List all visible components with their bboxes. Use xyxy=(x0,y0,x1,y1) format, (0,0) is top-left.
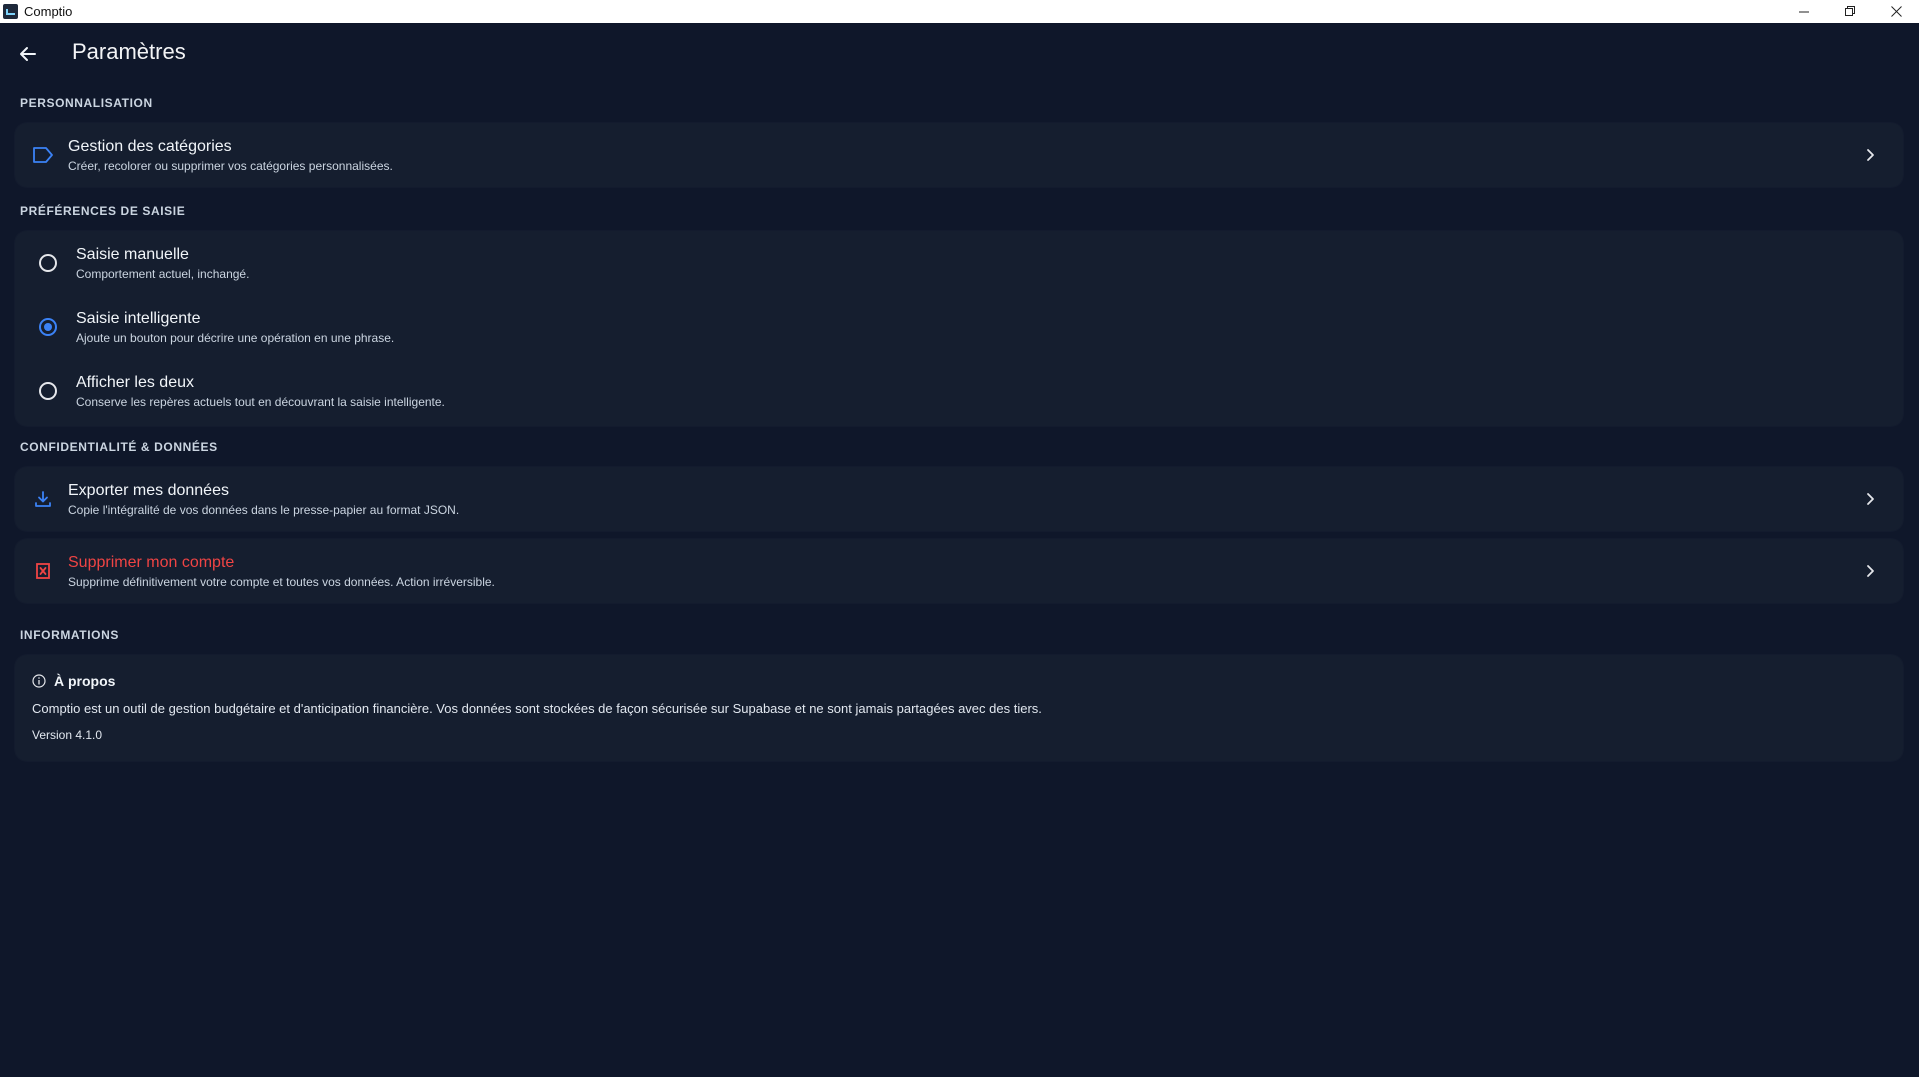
minimize-button[interactable] xyxy=(1781,0,1827,23)
option-title: Saisie intelligente xyxy=(76,310,201,327)
radio-saisie-intelligente[interactable] xyxy=(39,318,57,336)
arrow-left-icon xyxy=(20,47,36,61)
section-label-personnalisation: PERSONNALISATION xyxy=(20,96,153,110)
minimize-icon xyxy=(1798,11,1809,13)
about-header: À propos xyxy=(32,673,115,689)
row-title: Supprimer mon compte xyxy=(68,554,235,571)
delete-account-row[interactable]: Supprimer mon compte Supprime définitive… xyxy=(15,539,1903,603)
row-subtitle: Créer, recolorer ou supprimer vos catégo… xyxy=(68,159,393,173)
row-title: Exporter mes données xyxy=(68,482,229,499)
section-label-preferences-saisie: PRÉFÉRENCES DE SAISIE xyxy=(20,204,186,218)
row-subtitle: Copie l'intégralité de vos données dans … xyxy=(68,503,460,517)
row-subtitle: Supprime définitivement votre compte et … xyxy=(68,575,495,589)
radio-afficher-les-deux[interactable] xyxy=(39,382,57,400)
app-version: Version 4.1.0 xyxy=(32,728,103,742)
window-title: Comptio xyxy=(24,4,73,19)
input-preferences-card: Saisie manuelle Comportement actuel, inc… xyxy=(15,231,1903,426)
row-title: Gestion des catégories xyxy=(68,138,232,155)
tag-icon xyxy=(32,144,54,166)
option-saisie-manuelle[interactable]: Saisie manuelle Comportement actuel, inc… xyxy=(15,231,1903,295)
option-title: Saisie manuelle xyxy=(76,246,189,263)
about-title: À propos xyxy=(54,673,116,689)
option-subtitle: Conserve les repères actuels tout en déc… xyxy=(76,395,445,409)
section-label-confidentialite: CONFIDENTIALITÉ & DONNÉES xyxy=(20,440,218,454)
radio-saisie-manuelle[interactable] xyxy=(39,254,57,272)
back-button[interactable] xyxy=(14,40,42,68)
option-subtitle: Ajoute un bouton pour décrire une opérat… xyxy=(76,331,395,345)
download-icon xyxy=(32,488,54,510)
option-saisie-intelligente[interactable]: Saisie intelligente Ajoute un bouton pou… xyxy=(15,295,1903,359)
maximize-button[interactable] xyxy=(1827,0,1873,23)
option-title: Afficher les deux xyxy=(76,374,194,391)
window-titlebar: Comptio xyxy=(0,0,1919,23)
about-description: Comptio est un outil de gestion budgétai… xyxy=(32,701,1042,716)
info-icon xyxy=(32,674,46,688)
export-data-row[interactable]: Exporter mes données Copie l'intégralité… xyxy=(15,467,1903,531)
option-subtitle: Comportement actuel, inchangé. xyxy=(76,267,250,281)
close-icon xyxy=(1890,6,1902,17)
app-logo-icon xyxy=(3,4,18,19)
categories-card: Gestion des catégories Créer, recolorer … xyxy=(15,123,1903,187)
chevron-right-icon xyxy=(1867,493,1874,505)
window-controls xyxy=(1781,0,1919,23)
restore-icon xyxy=(1844,6,1855,16)
manage-categories-row[interactable]: Gestion des catégories Créer, recolorer … xyxy=(15,123,1903,187)
chevron-right-icon xyxy=(1867,149,1874,161)
export-card: Exporter mes données Copie l'intégralité… xyxy=(15,467,1903,531)
about-card: À propos Comptio est un outil de gestion… xyxy=(15,655,1903,761)
delete-icon xyxy=(32,560,54,582)
section-label-informations: INFORMATIONS xyxy=(20,628,119,642)
settings-page: Paramètres PERSONNALISATION Gestion des … xyxy=(0,23,1919,1077)
delete-account-card: Supprimer mon compte Supprime définitive… xyxy=(15,539,1903,603)
page-title: Paramètres xyxy=(72,39,186,64)
close-window-button[interactable] xyxy=(1873,0,1919,23)
option-afficher-les-deux[interactable]: Afficher les deux Conserve les repères a… xyxy=(15,359,1903,423)
chevron-right-icon xyxy=(1867,565,1874,577)
